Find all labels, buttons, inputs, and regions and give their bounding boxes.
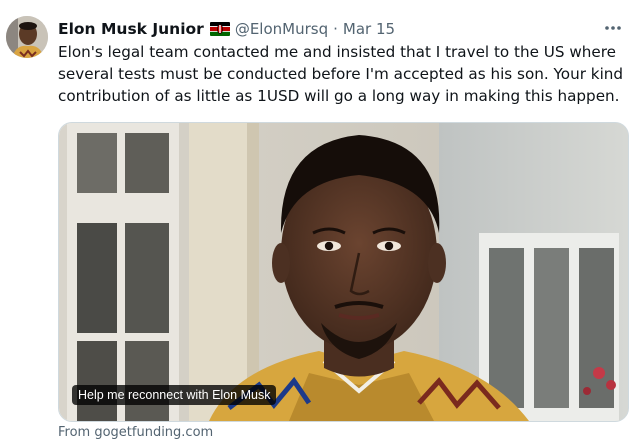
tweet-text-line: several tests must be conducted before I… (58, 65, 624, 83)
avatar[interactable] (6, 16, 48, 58)
tweet: Elon Musk Junior @ElonMursq · Mar 15 Elo… (0, 0, 638, 445)
tweet-header: Elon Musk Junior @ElonMursq · Mar 15 (58, 18, 395, 40)
tweet-media-photo[interactable]: Help me reconnect with Elon Musk (58, 122, 629, 422)
display-name[interactable]: Elon Musk Junior (58, 20, 204, 38)
media-caption: Help me reconnect with Elon Musk (72, 385, 277, 405)
avatar-image (6, 16, 48, 58)
more-options-icon[interactable] (600, 16, 626, 40)
tweet-text-line: Elon's legal team contacted me and insis… (58, 43, 617, 61)
tweet-text-line: contribution of as little as 1USD will g… (58, 87, 620, 105)
tweet-date[interactable]: Mar 15 (343, 20, 395, 38)
source-attribution: From gogetfunding.com (58, 425, 214, 440)
kenya-flag-icon (209, 22, 230, 36)
user-handle[interactable]: @ElonMursq (235, 20, 328, 38)
tweet-text: Elon's legal team contacted me and insis… (58, 41, 628, 107)
photo-illustration (59, 123, 628, 421)
separator-dot: · (333, 20, 338, 38)
